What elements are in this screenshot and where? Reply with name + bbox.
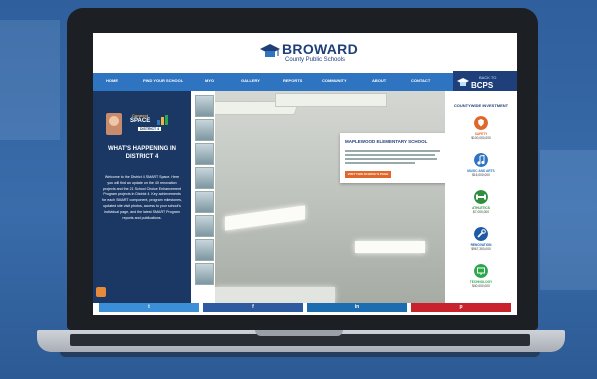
district-description: Welcome to the District 4 SMART Space. H… <box>102 175 182 220</box>
ceiling-light <box>355 241 425 253</box>
ceiling-light <box>225 205 305 231</box>
ceiling-panel <box>275 93 387 107</box>
laptop-notch <box>255 330 343 336</box>
nav-community[interactable]: COMMUNITY <box>322 78 347 83</box>
investment-heading: CountyWide Investment <box>453 103 509 108</box>
graduation-cap-icon <box>457 78 469 86</box>
nav-myo[interactable]: MYO <box>205 78 214 83</box>
investment-amount: $967,300,000 <box>471 247 491 251</box>
nav-contact[interactable]: CONTACT <box>411 78 430 83</box>
laptop-shadow <box>60 352 540 357</box>
thumbnail[interactable] <box>195 263 214 285</box>
site-logo[interactable]: BROWARD County Public Schools <box>260 39 360 67</box>
thumbnail[interactable] <box>195 95 214 117</box>
linkedin-icon: in <box>354 304 360 310</box>
investment-panel: CountyWide Investment SAFETY $100,000,00… <box>445 91 517 303</box>
investment-amount: $15,000,000 <box>472 173 490 177</box>
linkedin-share-button[interactable]: in <box>307 303 407 312</box>
wrench-icon[interactable] <box>474 227 488 241</box>
nav-about[interactable]: ABOUT <box>372 78 386 83</box>
thumbnail[interactable] <box>195 119 214 141</box>
laptop-screen: BROWARD County Public Schools HOME FIND … <box>93 33 517 315</box>
pinterest-share-button[interactable]: p <box>411 303 511 312</box>
shield-icon[interactable] <box>474 116 488 130</box>
district-heading: WHAT'S HAPPENING IN DISTRICT 4 <box>108 146 176 160</box>
background-deco <box>540 150 597 290</box>
description-line <box>345 158 437 160</box>
description-line <box>345 154 435 156</box>
facebook-icon: f <box>252 304 254 310</box>
badge-main: SPACE <box>130 118 151 124</box>
board-member-photo <box>106 113 122 135</box>
music-icon[interactable] <box>474 153 488 167</box>
share-icon[interactable] <box>96 287 106 297</box>
school-name: MAPLEWOOD ELEMENTARY SCHOOL <box>345 139 428 144</box>
school-card: MAPLEWOOD ELEMENTARY SCHOOL VISIT THIS S… <box>340 133 445 183</box>
nav-reports[interactable]: REPORTS <box>283 78 302 83</box>
school-photo: MAPLEWOOD ELEMENTARY SCHOOL VISIT THIS S… <box>215 91 445 303</box>
back-to-label: BACK TO <box>479 75 497 80</box>
background-deco <box>0 20 60 140</box>
investment-amount: $100,000,000 <box>471 136 491 140</box>
visit-school-button[interactable]: VISIT THIS SCHOOL'S PAGE <box>345 171 391 178</box>
thumbnail[interactable] <box>195 215 214 237</box>
thumbnail[interactable] <box>195 191 214 213</box>
thumbnail[interactable] <box>195 143 214 165</box>
nav-find-school[interactable]: FIND YOUR SCHOOL <box>143 78 183 83</box>
brand-name: BROWARD <box>282 41 358 57</box>
site-header: BROWARD County Public Schools <box>93 33 517 73</box>
photo-thumbnails <box>191 91 215 303</box>
nav-home[interactable]: HOME <box>106 78 118 83</box>
monitor-icon[interactable] <box>474 264 488 278</box>
thumbnail[interactable] <box>195 167 214 189</box>
facebook-share-button[interactable]: f <box>203 303 303 312</box>
thumbnail[interactable] <box>195 239 214 261</box>
investment-amount: $40,000,000 <box>472 284 490 288</box>
twitter-share-button[interactable]: t <box>99 303 199 312</box>
graduation-cap-icon <box>260 44 280 57</box>
ceiling-light <box>215 287 335 303</box>
pinterest-icon: p <box>459 304 463 310</box>
brand-subtitle: County Public Schools <box>285 57 346 63</box>
bar-chart-icon <box>157 115 168 125</box>
athletics-icon[interactable] <box>474 190 488 204</box>
nav-gallery[interactable]: GALLERY <box>241 78 260 83</box>
description-line <box>345 162 415 164</box>
badge-district: DISTRICT 4 <box>138 127 162 131</box>
investment-amount: $7,000,000 <box>473 210 489 214</box>
description-line <box>345 150 440 152</box>
district-panel: Connect SPACE DISTRICT 4 WHAT'S HAPPENIN… <box>93 91 191 303</box>
twitter-icon: t <box>148 304 150 310</box>
